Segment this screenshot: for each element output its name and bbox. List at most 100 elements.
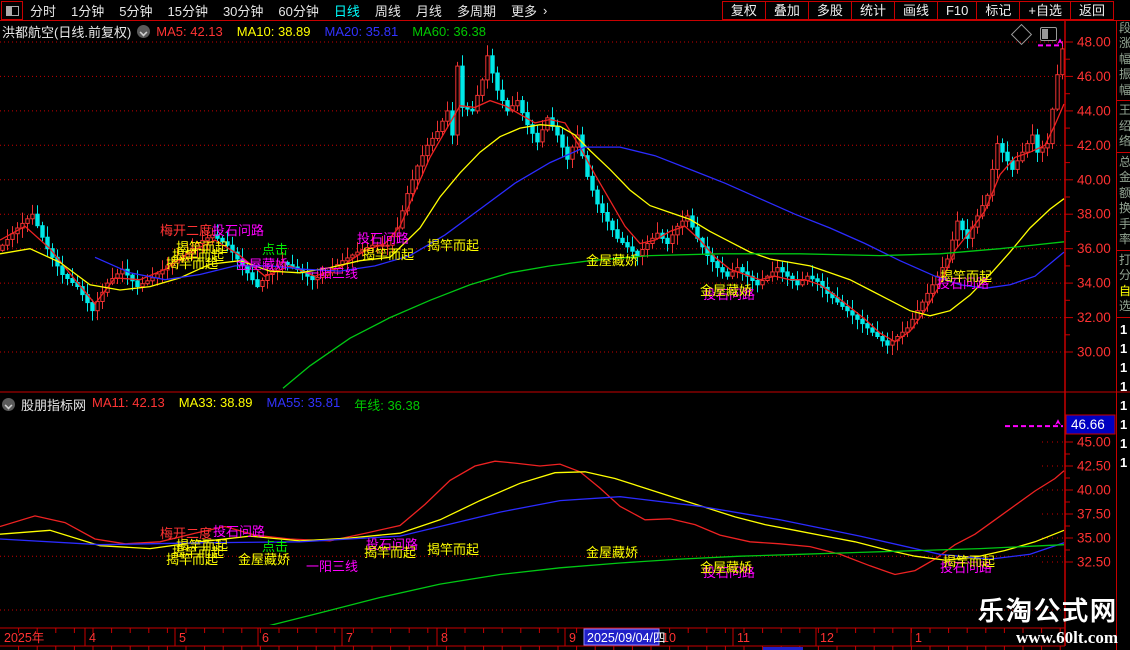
strip-text: 幅 — [1117, 83, 1130, 99]
tab-30分钟[interactable]: 30分钟 — [223, 1, 263, 20]
strip-text: 1 — [1117, 339, 1130, 358]
ma-label: MA5: 42.13 — [156, 24, 223, 39]
sub-price-axis: 45.0042.5040.0037.5035.0032.50 — [1065, 430, 1111, 570]
time-axis-label: 4 — [89, 631, 96, 645]
strip-text: 1 — [1117, 358, 1130, 377]
top-toolbar: 分时 1分钟 5分钟 15分钟 30分钟 60分钟日线周线月线多周期更多 › 复权叠加多股统… — [0, 0, 1130, 21]
chart-annotation: 金屋藏娇 — [236, 258, 288, 271]
time-axis: 2025年45678910111212025/09/04/四 — [0, 628, 1065, 650]
strip-text: 总 — [1117, 155, 1130, 171]
title-dropdown-icon[interactable] — [137, 25, 150, 38]
time-axis-label: 8 — [441, 631, 448, 645]
strip-text: 络 — [1117, 134, 1130, 150]
button-画线[interactable]: 画线 — [895, 1, 938, 20]
tab-多周期[interactable]: 多周期 — [457, 1, 496, 20]
toolbar-buttons: 复权叠加多股统计画线F10标记+自选返回 — [722, 1, 1114, 20]
sub-indicator-lines — [0, 461, 1064, 629]
main-chart-header: 洪都航空(日线.前复权) MA5: 42.13MA10: 38.89MA20: … — [2, 23, 486, 39]
button-F10[interactable]: F10 — [938, 1, 977, 20]
strip-text: 1 — [1117, 377, 1130, 396]
watermark-url: www.60lt.com — [978, 628, 1118, 648]
button-复权[interactable]: 复权 — [722, 1, 766, 20]
panel-split-icon[interactable] — [1040, 27, 1057, 41]
strip-divider — [1117, 317, 1130, 318]
button-+自选[interactable]: +自选 — [1020, 1, 1071, 20]
axis-label: 35.00 — [1077, 531, 1111, 546]
tab-分时[interactable]: 分时 — [30, 1, 56, 20]
indicator-name: 股朋指标网 — [21, 395, 86, 414]
split-window-icon — [6, 6, 19, 16]
chart-annotation: 投石问路 — [357, 232, 409, 245]
tab-日线[interactable]: 日线 — [334, 1, 360, 20]
button-统计[interactable]: 统计 — [852, 1, 895, 20]
axis-label: 42.00 — [1077, 138, 1111, 153]
sub-ma-labels: MA11: 42.13MA33: 38.89MA55: 35.81年线: 36.… — [92, 395, 420, 414]
strip-text: 选 — [1117, 299, 1130, 315]
ma-label: MA10: 38.89 — [237, 24, 311, 39]
button-多股[interactable]: 多股 — [809, 1, 852, 20]
tab-周线[interactable]: 周线 — [375, 1, 401, 20]
strip-text: 额 — [1117, 186, 1130, 202]
watermark: 乐淘公式网 www.60lt.com — [978, 591, 1118, 648]
ma-label: MA20: 35.81 — [325, 24, 399, 39]
time-axis-label: 2025年 — [4, 631, 44, 645]
strip-text: 分 — [1117, 268, 1130, 284]
tab-更多[interactable]: 更多 — [511, 1, 537, 20]
axis-label: 42.50 — [1077, 459, 1111, 474]
tab-月线[interactable]: 月线 — [416, 1, 442, 20]
strip-divider — [1117, 100, 1130, 101]
button-返回[interactable]: 返回 — [1071, 1, 1114, 20]
tab-5分钟[interactable]: 5分钟 — [119, 1, 152, 20]
strip-text: 1 — [1117, 415, 1130, 434]
strip-text: 打 — [1117, 253, 1130, 269]
strip-text: 段 — [1117, 21, 1130, 37]
ma-line — [0, 125, 1064, 316]
axis-label: 37.50 — [1077, 507, 1111, 522]
strip-text: 1 — [1117, 320, 1130, 339]
chart-annotation: 一阳三线 — [306, 267, 358, 280]
chart-annotation: 金屋藏娇 — [700, 561, 752, 574]
chart-annotation: 揭竿而起 — [166, 553, 218, 566]
main-price-axis: 30.0032.0034.0036.0038.0040.0042.0044.00… — [1065, 35, 1111, 360]
chart-annotation: 揭竿而起 — [364, 546, 416, 559]
axis-label: 34.00 — [1077, 276, 1111, 291]
time-axis-label: 9 — [569, 631, 576, 645]
chart-annotation: 金屋藏娇 — [586, 254, 638, 267]
strip-text: 率 — [1117, 232, 1130, 248]
strip-text: 幅 — [1117, 52, 1130, 68]
indicator-dropdown-icon[interactable] — [2, 398, 15, 411]
app-window: 分时 1分钟 5分钟 15分钟 30分钟 60分钟日线周线月线多周期更多 › 复权叠加多股统… — [0, 0, 1130, 650]
chart-annotation: 金屋藏娇 — [700, 284, 752, 297]
more-chevron-icon: › — [543, 3, 547, 18]
chart-annotation: 金屋藏娇 — [238, 553, 290, 566]
strip-text: 换 — [1117, 201, 1130, 217]
time-axis-label: 5 — [179, 631, 186, 645]
layout-toggle-button[interactable] — [1, 1, 23, 20]
axis-label: 30.00 — [1077, 345, 1111, 360]
chart-annotation: 梅开二度 — [160, 224, 212, 237]
axis-label: 32.00 — [1077, 310, 1111, 325]
strip-text: 绍 — [1117, 119, 1130, 135]
main-ma-labels: MA5: 42.13MA10: 38.89MA20: 35.81MA60: 36… — [156, 24, 486, 39]
strip-text: 1 — [1117, 434, 1130, 453]
chart-annotation: 点击 — [262, 243, 288, 256]
axis-label: 45.00 — [1077, 435, 1111, 450]
sub-price-marker — [1005, 419, 1063, 426]
strip-text: 1 — [1117, 453, 1130, 472]
strip-tab-self-select[interactable]: 自 — [1117, 284, 1130, 300]
tab-60分钟[interactable]: 60分钟 — [278, 1, 318, 20]
watermark-site-name: 乐淘公式网 — [978, 591, 1118, 628]
tab-15分钟[interactable]: 15分钟 — [167, 1, 207, 20]
chart-annotation: 金屋藏娇 — [586, 546, 638, 559]
chart-annotation: 揭竿而起 — [427, 239, 479, 252]
button-标记[interactable]: 标记 — [977, 1, 1020, 20]
axis-label: 32.50 — [1077, 555, 1111, 570]
button-叠加[interactable]: 叠加 — [766, 1, 809, 20]
time-axis-label: 12 — [820, 631, 834, 645]
tab-1分钟[interactable]: 1分钟 — [71, 1, 104, 20]
axis-label: 38.00 — [1077, 207, 1111, 222]
strip-divider — [1117, 250, 1130, 251]
right-sidebar-strip[interactable]: 阶段涨幅振幅王绍络总金额换手率打分自选11111111 — [1116, 0, 1130, 650]
ma-line — [0, 461, 1064, 574]
ma-label: MA11: 42.13 — [92, 395, 165, 414]
